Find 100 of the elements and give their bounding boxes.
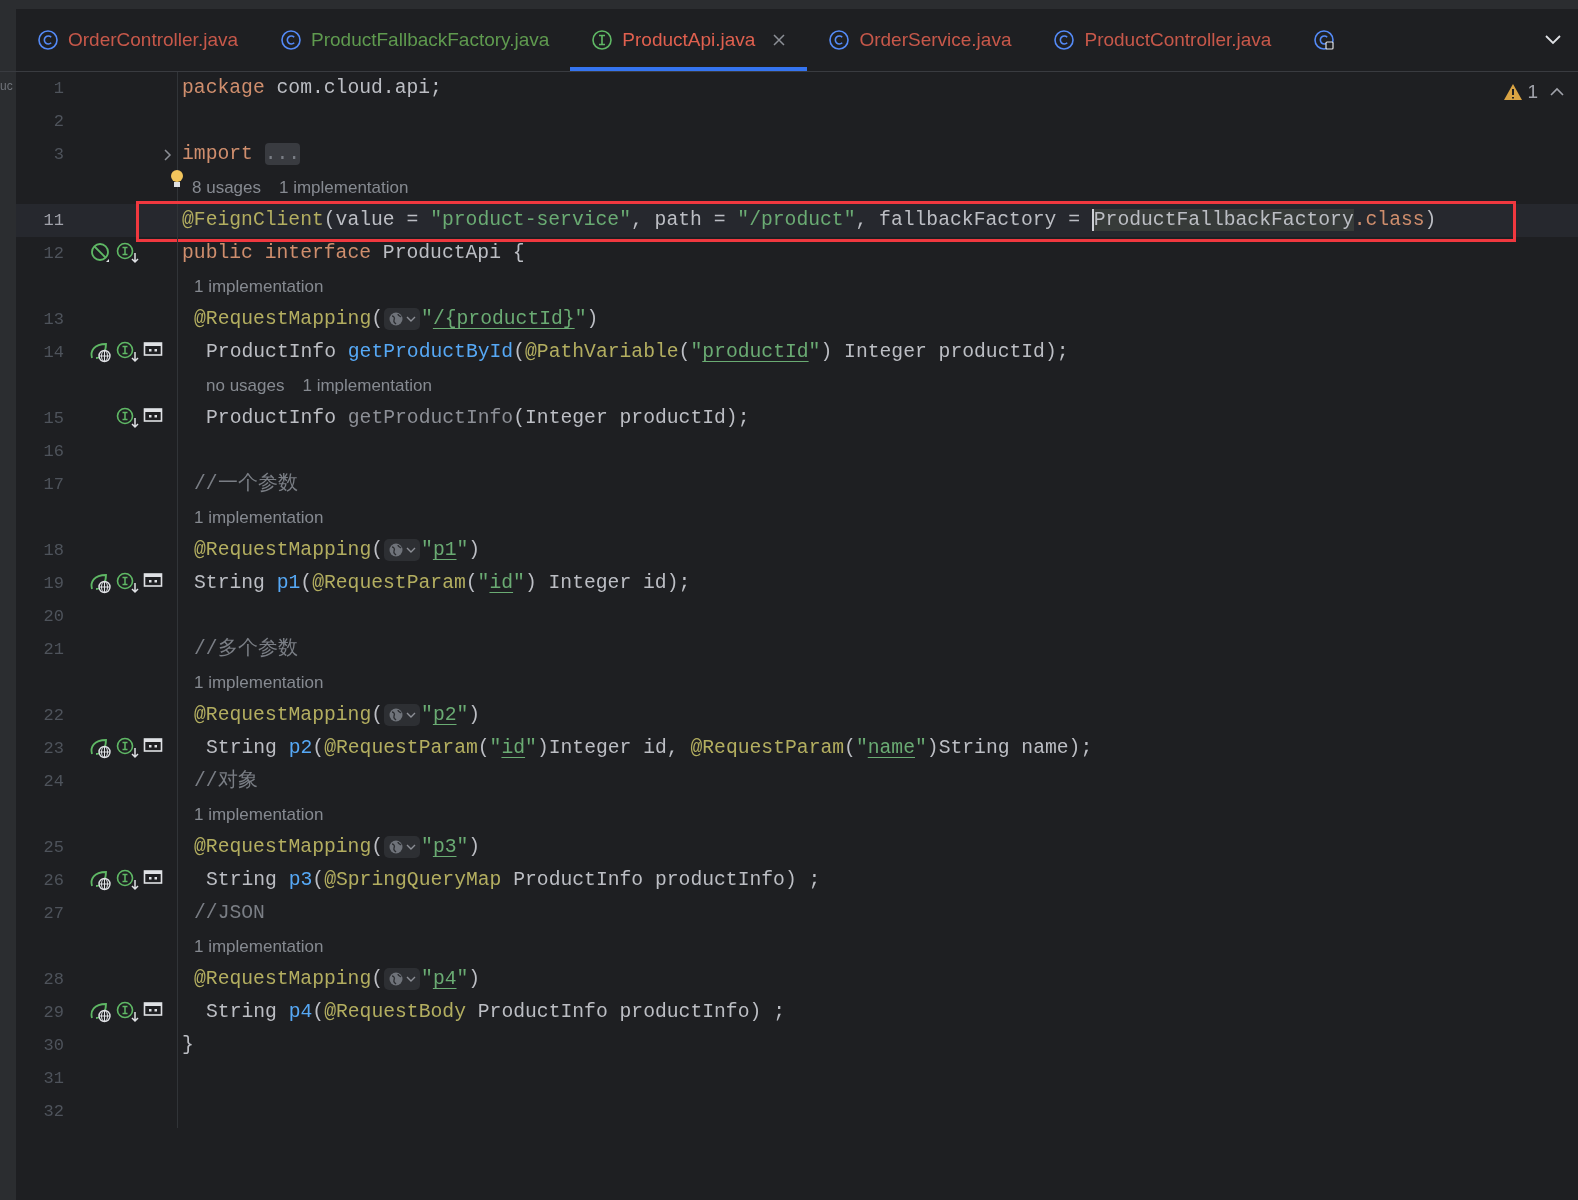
- tab-label: ProductFallbackFactory.java: [311, 27, 550, 52]
- implemented-icon[interactable]: [116, 869, 140, 891]
- code-text: }: [182, 1032, 194, 1058]
- endpoint-icon[interactable]: [143, 572, 163, 588]
- globe-inlay-icon[interactable]: [384, 704, 421, 727]
- line-number: 16: [42, 440, 64, 463]
- line-number: 19: [42, 572, 64, 595]
- line-number: 13: [42, 308, 64, 331]
- code-text: "p4"): [421, 966, 481, 992]
- inlay-hint[interactable]: 1 implementation: [279, 174, 409, 201]
- implemented-icon[interactable]: [116, 572, 140, 594]
- implemented-icon[interactable]: [116, 1001, 140, 1023]
- inlay-hint[interactable]: 1 implementation: [194, 504, 324, 531]
- leaf-globe-icon[interactable]: [89, 1001, 113, 1023]
- code-text: //JSON: [194, 900, 265, 926]
- code-text: ProductInfo getProductInfo(Integer productId);: [206, 405, 750, 431]
- line-number: 15: [42, 407, 64, 430]
- line-number: 17: [42, 473, 64, 496]
- endpoint-icon[interactable]: [143, 737, 163, 753]
- warning-count[interactable]: 1: [1527, 78, 1538, 107]
- line-number: 21: [42, 638, 64, 661]
- code-text: public interface ProductApi {: [182, 240, 525, 266]
- globe-inlay-icon[interactable]: [384, 968, 421, 991]
- code-text: String p4(@RequestBody ProductInfo productInfo) ;: [206, 999, 785, 1025]
- line-number: 24: [42, 770, 64, 793]
- line-number: 22: [42, 704, 64, 727]
- inlay-hint[interactable]: 1 implementation: [194, 801, 324, 828]
- line-number: 12: [42, 242, 64, 265]
- class-icon: [37, 29, 59, 51]
- editor-tab[interactable]: ProductApi.java: [570, 9, 808, 71]
- code-text: //多个参数: [194, 636, 298, 662]
- expand-chevron-icon[interactable]: [163, 148, 173, 162]
- globe-inlay-icon[interactable]: [384, 539, 421, 562]
- code-text: "p1"): [421, 537, 481, 563]
- text-cursor: [1091, 209, 1094, 232]
- code-text: "p3"): [421, 834, 481, 860]
- leaf-globe-icon[interactable]: [89, 869, 113, 891]
- implemented-icon[interactable]: [116, 242, 140, 264]
- inlay-hint[interactable]: 1 implementation: [194, 669, 324, 696]
- line-number: 26: [42, 869, 64, 892]
- line-number: 23: [42, 737, 64, 760]
- tab-label: ProductApi.java: [622, 27, 756, 52]
- tab-label: OrderService.java: [859, 27, 1012, 52]
- endpoint-icon[interactable]: [143, 341, 163, 357]
- code-text: @RequestMapping(: [194, 537, 384, 563]
- panel-label-fragment: uc: [0, 80, 14, 92]
- line-number: 14: [42, 341, 64, 364]
- class-icon: [828, 29, 851, 51]
- code-text: //一个参数: [194, 471, 298, 497]
- leaf-globe-icon[interactable]: [89, 737, 113, 759]
- leaf-globe-icon[interactable]: [89, 572, 113, 594]
- globe-inlay-icon[interactable]: [384, 308, 421, 331]
- line-number: 25: [42, 836, 64, 859]
- endpoint-icon[interactable]: [143, 1001, 163, 1017]
- inlay-hint[interactable]: 1 implementation: [302, 372, 432, 399]
- line-number: 29: [42, 1001, 64, 1024]
- editor-tab[interactable]: ProductFallbackFactory.java: [259, 9, 571, 71]
- code-text: @RequestMapping(: [194, 306, 384, 332]
- chevron-up-icon[interactable]: [1550, 87, 1564, 98]
- editor-tab[interactable]: OrderController.java: [16, 9, 260, 71]
- line-number: 32: [42, 1100, 64, 1123]
- editor-tab[interactable]: ProductController.java: [1032, 9, 1293, 71]
- code-text: ProductInfo getProductById(@PathVariable("productId") Integer productId);: [206, 339, 1069, 365]
- code-text: import ...: [182, 141, 301, 167]
- line-number: 30: [42, 1034, 64, 1057]
- inlay-hint[interactable]: 1 implementation: [194, 933, 324, 960]
- code-text: String p1(@RequestParam("id") Integer id);: [194, 570, 691, 596]
- code-text: @RequestMapping(: [194, 702, 384, 728]
- warning-icon[interactable]: [1503, 83, 1524, 102]
- class-icon: [1053, 29, 1076, 51]
- implemented-icon[interactable]: [116, 407, 140, 429]
- inlay-hint[interactable]: 1 implementation: [194, 273, 324, 300]
- editor-tab[interactable]: OrderService.java: [807, 9, 1033, 71]
- implemented-icon[interactable]: [116, 341, 140, 363]
- line-number: 2: [52, 110, 64, 133]
- lightbulb-icon[interactable]: [170, 168, 184, 189]
- code-text: @RequestMapping(: [194, 966, 384, 992]
- interface-icon: [591, 29, 614, 51]
- code-text: "p2"): [421, 702, 481, 728]
- globe-inlay-icon[interactable]: [384, 836, 421, 859]
- tab-label: OrderController.java: [68, 27, 239, 52]
- code-text: //对象: [194, 768, 258, 794]
- code-text: @RequestMapping(: [194, 834, 384, 860]
- leaf-globe-icon[interactable]: [89, 341, 113, 363]
- endpoint-icon[interactable]: [143, 407, 163, 423]
- linked-class-icon: [1313, 29, 1336, 51]
- chevron-down-icon: [1544, 34, 1562, 46]
- line-number: 18: [42, 539, 64, 562]
- implemented-icon[interactable]: [116, 737, 140, 759]
- line-number: 20: [42, 605, 64, 628]
- line-number: 1: [52, 77, 64, 100]
- line-number: 3: [52, 143, 64, 166]
- endpoint-icon[interactable]: [143, 869, 163, 885]
- close-icon[interactable]: [772, 33, 787, 47]
- line-number: 31: [42, 1067, 64, 1090]
- line-number: 11: [42, 209, 64, 232]
- code-text: String p3(@SpringQueryMap ProductInfo productInfo) ;: [206, 867, 821, 893]
- inlay-hint[interactable]: no usages: [206, 372, 285, 399]
- inlay-hint[interactable]: 8 usages: [182, 174, 261, 201]
- code-text: @FeignClient(value = "product-service", path = "/product", fallbackFactory =: [182, 207, 1081, 233]
